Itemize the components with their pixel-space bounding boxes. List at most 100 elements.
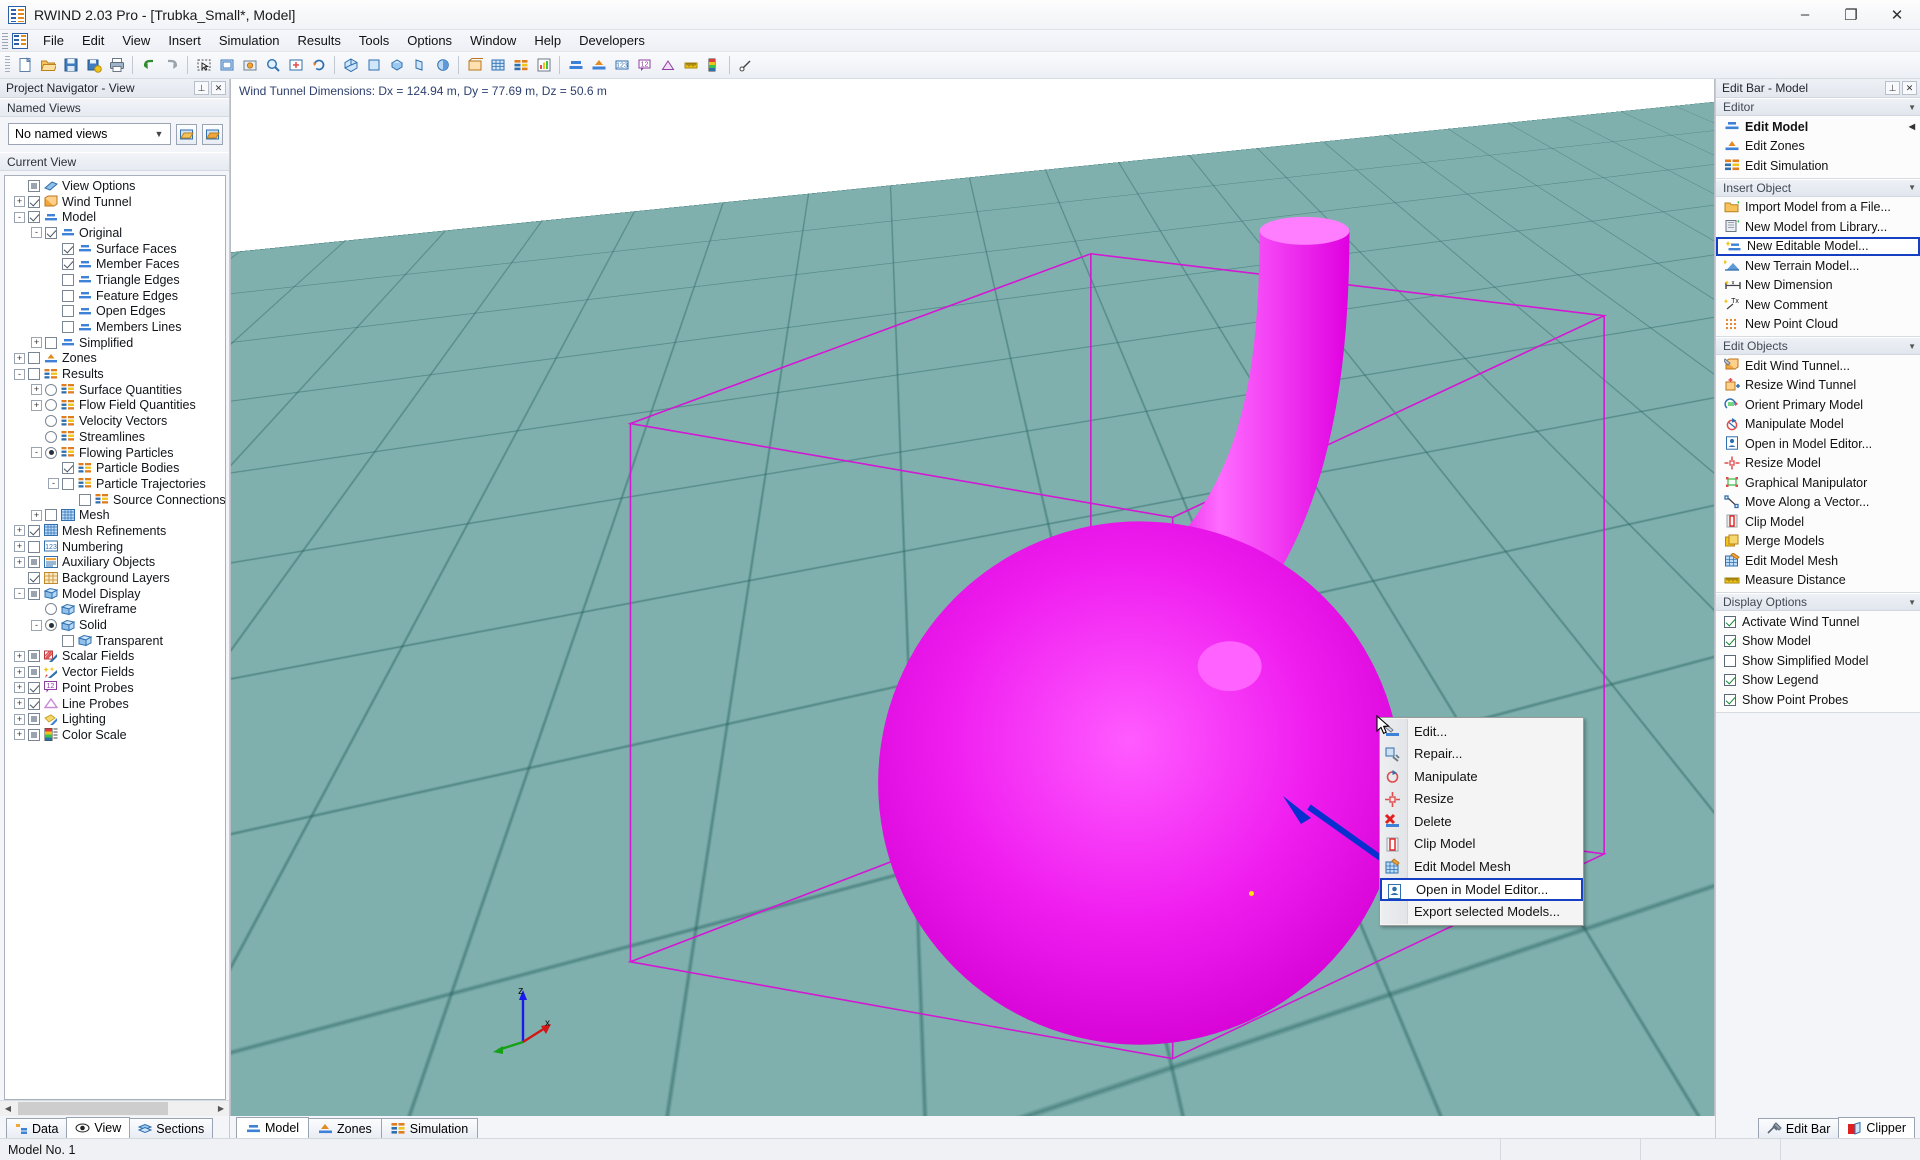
tree-node[interactable]: - Model Display (5, 586, 225, 602)
tab-clipper[interactable]: Clipper (1838, 1117, 1915, 1138)
tree-node[interactable]: + Wind Tunnel (5, 194, 225, 210)
pin-icon[interactable]: ⊥ (1885, 81, 1900, 95)
checkbox[interactable] (1724, 635, 1736, 648)
tree-checkbox[interactable] (28, 556, 40, 569)
context-menu-item-edit[interactable]: Edit... (1380, 720, 1583, 743)
pan-hand-icon[interactable] (239, 55, 260, 76)
expand-icon[interactable]: + (31, 509, 42, 521)
expand-icon[interactable]: + (31, 337, 42, 349)
edit-bar-item-new-dimension[interactable]: x New Dimension (1716, 276, 1920, 296)
checkbox[interactable] (1724, 654, 1736, 667)
menu-item-results[interactable]: Results (289, 31, 350, 51)
context-menu-item-clip-model[interactable]: Clip Model (1380, 833, 1583, 856)
context-menu-item-edit-model-mesh[interactable]: Edit Model Mesh (1380, 855, 1583, 878)
tree-checkbox[interactable] (45, 509, 57, 522)
tree-node[interactable]: Surface Faces (5, 241, 225, 257)
menu-item-window[interactable]: Window (461, 31, 525, 51)
expand-icon[interactable]: + (14, 525, 25, 537)
tree-checkbox[interactable] (28, 352, 40, 365)
tree-node[interactable]: Streamlines (5, 429, 225, 445)
tree-checkbox[interactable] (28, 572, 40, 585)
view-front-icon[interactable] (363, 55, 384, 76)
section-header-insert-object[interactable]: Insert Object ▼ (1716, 178, 1920, 197)
zones-icon[interactable] (588, 55, 609, 76)
tree-checkbox[interactable] (62, 258, 74, 271)
tree-checkbox[interactable] (28, 728, 40, 741)
minimize-button[interactable]: – (1782, 0, 1828, 30)
scrollbar-track[interactable] (16, 1101, 213, 1116)
tree-node[interactable]: Wireframe (5, 602, 225, 618)
context-menu-item-delete[interactable]: Delete (1380, 810, 1583, 833)
tree-node[interactable]: Velocity Vectors (5, 413, 225, 429)
tree-radio[interactable] (45, 446, 57, 459)
color-scale-icon[interactable] (703, 55, 724, 76)
edit-bar-item-edit-model-mesh[interactable]: Edit Model Mesh (1716, 551, 1920, 571)
tree-node[interactable]: Triangle Edges (5, 272, 225, 288)
chevron-down-icon[interactable]: ▼ (1908, 342, 1916, 351)
expand-icon[interactable]: + (31, 384, 42, 396)
menu-item-options[interactable]: Options (398, 31, 461, 51)
tab-simulation[interactable]: Simulation (380, 1118, 479, 1138)
tree-node[interactable]: Member Faces (5, 256, 225, 272)
edit-bar-item-manipulate-model[interactable]: Manipulate Model (1716, 415, 1920, 435)
undo-arrow-icon[interactable] (138, 55, 159, 76)
edit-bar-item-edit-model[interactable]: Edit Model ◀ (1716, 117, 1920, 137)
tree-checkbox[interactable] (28, 666, 40, 679)
tree-checkbox[interactable] (28, 540, 40, 553)
tree-node[interactable]: - Solid (5, 617, 225, 633)
model-context-menu[interactable]: Edit... Repair... Manipulate Resize Dele… (1379, 717, 1584, 926)
tree-node[interactable]: + Zones (5, 351, 225, 367)
viewport-3d[interactable]: Wind Tunnel Dimensions: Dx = 124.94 m, D… (230, 79, 1715, 1116)
scroll-left-icon[interactable]: ◀ (0, 1101, 16, 1116)
tree-radio[interactable] (45, 399, 57, 412)
tree-checkbox[interactable] (28, 524, 40, 537)
snap-icon[interactable] (735, 55, 756, 76)
expand-icon[interactable]: + (14, 556, 25, 568)
close-icon[interactable]: ✕ (211, 81, 226, 95)
tree-node[interactable]: + Surface Quantities (5, 382, 225, 398)
tree-checkbox[interactable] (28, 368, 40, 381)
tree-checkbox[interactable] (62, 477, 74, 490)
tree-node[interactable]: Transparent (5, 633, 225, 649)
menu-item-help[interactable]: Help (525, 31, 570, 51)
point-probe-icon[interactable]: 12 (634, 55, 655, 76)
collapse-icon[interactable]: - (31, 619, 42, 631)
view-isometric-icon[interactable] (340, 55, 361, 76)
select-lasso-icon[interactable] (216, 55, 237, 76)
checkbox[interactable] (1724, 674, 1736, 687)
edit-bar-item-merge-models[interactable]: Merge Models (1716, 532, 1920, 552)
save-disk-icon[interactable] (60, 55, 81, 76)
expand-icon[interactable]: + (14, 682, 25, 694)
tree-node[interactable]: + Auxiliary Objects (5, 555, 225, 571)
tab-view[interactable]: View (66, 1117, 131, 1138)
tree-checkbox[interactable] (62, 289, 74, 302)
expand-icon[interactable]: + (14, 713, 25, 725)
collapse-icon[interactable]: - (14, 368, 25, 380)
edit-bar-item-import-model-from-a-file[interactable]: Import Model from a File... (1716, 198, 1920, 218)
context-menu-item-resize[interactable]: Resize (1380, 788, 1583, 811)
tree-node[interactable]: + Vector Fields (5, 664, 225, 680)
measure-icon[interactable] (680, 55, 701, 76)
tree-node[interactable]: + Lighting (5, 711, 225, 727)
display-option-activate-wind-tunnel[interactable]: Activate Wind Tunnel (1716, 612, 1920, 632)
chevron-down-icon[interactable]: ▼ (1908, 598, 1916, 607)
tree-node[interactable]: - Original (5, 225, 225, 241)
tree-node[interactable]: + Mesh (5, 507, 225, 523)
tree-checkbox[interactable] (28, 211, 40, 224)
tree-horizontal-scrollbar[interactable]: ◀ ▶ (0, 1100, 229, 1116)
checkbox[interactable] (1724, 615, 1736, 628)
edit-bar-item-new-model-from-library[interactable]: New Model from Library... (1716, 217, 1920, 237)
scrollbar-thumb[interactable] (18, 1102, 168, 1115)
print-icon[interactable] (106, 55, 127, 76)
results-chart-icon[interactable] (533, 55, 554, 76)
edit-bar-item-edit-zones[interactable]: Edit Zones (1716, 137, 1920, 157)
display-option-show-model[interactable]: Show Model (1716, 632, 1920, 652)
maximize-button[interactable]: ❐ (1828, 0, 1874, 30)
tree-node[interactable]: + Flow Field Quantities (5, 398, 225, 414)
edit-bar-item-clip-model[interactable]: Clip Model (1716, 512, 1920, 532)
expand-icon[interactable]: + (14, 196, 25, 208)
menu-item-view[interactable]: View (113, 31, 159, 51)
tree-checkbox[interactable] (28, 650, 40, 663)
tree-checkbox[interactable] (62, 462, 74, 475)
tree-radio[interactable] (45, 619, 57, 632)
